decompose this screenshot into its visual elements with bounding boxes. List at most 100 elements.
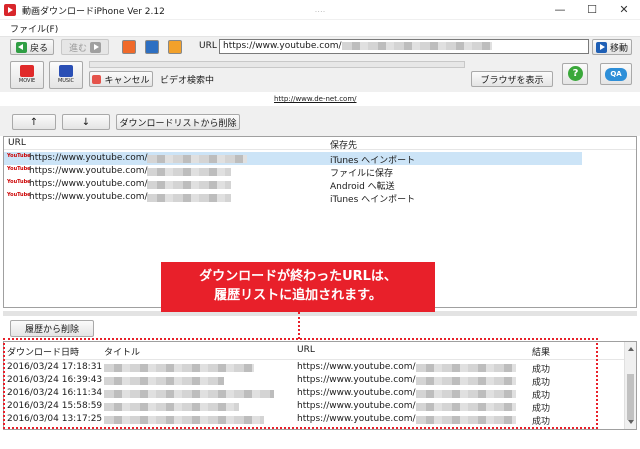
callout-line-2: 履歴リストに追加されます。 bbox=[214, 288, 382, 303]
url-value: https://www.youtube.com/ bbox=[223, 41, 342, 51]
download-destination: iTunes へインポート bbox=[330, 195, 416, 205]
forward-label: 進む bbox=[68, 43, 87, 54]
history-list-header: ダウンロード日時 タイトル URL 結果 bbox=[4, 344, 636, 360]
remove-from-list-button[interactable]: ダウンロードリストから削除 bbox=[116, 114, 240, 130]
minimize-button[interactable]: — bbox=[544, 0, 576, 20]
help-icon: ? bbox=[568, 66, 583, 81]
redacted-text bbox=[104, 377, 224, 385]
redacted-text bbox=[104, 403, 239, 411]
window-title: 動画ダウンロードiPhone Ver 2.12 bbox=[22, 7, 165, 17]
history-url: https://www.youtube.com/ bbox=[297, 375, 416, 385]
back-arrow-icon bbox=[15, 41, 27, 53]
cancel-button[interactable]: キャンセル bbox=[89, 71, 153, 87]
redacted-text bbox=[147, 194, 231, 202]
download-url: https://www.youtube.com/ bbox=[29, 166, 148, 176]
history-list[interactable]: ダウンロード日時 タイトル URL 結果 2016/03/24 17:18:31… bbox=[3, 341, 637, 430]
refresh-icon[interactable] bbox=[145, 40, 159, 54]
redacted-text bbox=[416, 390, 516, 398]
download-list-header: URL 保存先 bbox=[4, 137, 636, 151]
history-url: https://www.youtube.com/ bbox=[297, 414, 416, 424]
go-label: 移動 bbox=[609, 43, 628, 54]
callout-line-1: ダウンロードが終わったURLは、 bbox=[199, 269, 397, 284]
redacted-text bbox=[147, 181, 231, 189]
history-date: 2016/03/04 13:17:25 bbox=[7, 414, 103, 424]
column-destination[interactable]: 保存先 bbox=[330, 138, 357, 151]
history-date: 2016/03/24 15:58:59 bbox=[7, 401, 103, 411]
column-result[interactable]: 結果 bbox=[532, 345, 550, 358]
maximize-button[interactable]: ☐ bbox=[576, 0, 608, 20]
youtube-icon: YouTube bbox=[7, 166, 31, 172]
url-label: URL bbox=[199, 41, 217, 51]
redacted-text bbox=[341, 41, 492, 50]
download-url: https://www.youtube.com/ bbox=[29, 179, 148, 189]
history-scrollbar[interactable] bbox=[624, 342, 636, 429]
column-download-date[interactable]: ダウンロード日時 bbox=[7, 345, 79, 358]
history-date: 2016/03/24 17:18:31 bbox=[7, 362, 103, 372]
qa-button[interactable]: QA bbox=[600, 63, 632, 85]
redacted-text bbox=[416, 403, 516, 411]
column-url[interactable]: URL bbox=[297, 345, 315, 355]
delete-history-button[interactable]: 履歴から削除 bbox=[10, 320, 94, 337]
music-label: MUSIC bbox=[57, 78, 75, 84]
download-row[interactable]: YouTube https://www.youtube.com/ Android… bbox=[4, 178, 636, 192]
download-row[interactable]: YouTube https://www.youtube.com/ ファイルに保存 bbox=[4, 165, 636, 179]
history-row[interactable]: 2016/03/24 16:11:34 https://www.youtube.… bbox=[4, 387, 636, 401]
go-arrow-icon bbox=[595, 41, 607, 53]
youtube-icon: YouTube bbox=[7, 192, 31, 198]
title-bar: 動画ダウンロードiPhone Ver 2.12 ‥‥ — ☐ ✕ bbox=[0, 0, 640, 20]
forward-button[interactable]: 進む bbox=[61, 39, 109, 55]
music-icon bbox=[59, 65, 73, 77]
title-grip-icon: ‥‥ bbox=[314, 5, 326, 14]
movie-label: MOVIE bbox=[18, 78, 36, 84]
progress-bar bbox=[89, 61, 465, 68]
status-text: ビデオ検索中 bbox=[160, 76, 215, 86]
go-button[interactable]: 移動 bbox=[592, 39, 632, 55]
show-browser-button[interactable]: ブラウザを表示 bbox=[471, 71, 553, 87]
website-link[interactable]: http://www.de-net.com/ bbox=[274, 95, 357, 103]
column-url[interactable]: URL bbox=[8, 138, 26, 148]
download-url: https://www.youtube.com/ bbox=[29, 192, 148, 202]
redacted-text bbox=[147, 168, 231, 176]
scroll-down-icon[interactable] bbox=[628, 420, 634, 424]
close-button[interactable]: ✕ bbox=[608, 0, 640, 20]
download-row[interactable]: YouTube https://www.youtube.com/ iTunes … bbox=[4, 191, 636, 205]
back-button[interactable]: 戻る bbox=[10, 39, 54, 55]
youtube-icon: YouTube bbox=[7, 153, 31, 159]
forward-arrow-icon bbox=[90, 41, 101, 53]
cancel-icon bbox=[92, 74, 102, 84]
history-url: https://www.youtube.com/ bbox=[297, 362, 416, 372]
scroll-thumb[interactable] bbox=[627, 374, 634, 420]
help-button[interactable]: ? bbox=[562, 63, 588, 85]
back-label: 戻る bbox=[29, 43, 48, 54]
history-row[interactable]: 2016/03/24 15:58:59 https://www.youtube.… bbox=[4, 400, 636, 414]
music-button[interactable]: MUSIC bbox=[49, 61, 83, 89]
download-row[interactable]: YouTube https://www.youtube.com/ iTunes … bbox=[4, 152, 582, 166]
move-up-button[interactable]: ↑ bbox=[12, 114, 56, 130]
cancel-label: キャンセル bbox=[104, 75, 150, 86]
history-date: 2016/03/24 16:11:34 bbox=[7, 388, 103, 398]
menu-file[interactable]: ファイル(F) bbox=[10, 22, 58, 35]
redacted-text bbox=[104, 416, 264, 424]
history-row[interactable]: 2016/03/24 16:39:43 https://www.youtube.… bbox=[4, 374, 636, 388]
callout-connector bbox=[298, 312, 300, 339]
history-date: 2016/03/24 16:39:43 bbox=[7, 375, 103, 385]
move-down-button[interactable]: ↓ bbox=[62, 114, 110, 130]
history-result: 成功 bbox=[532, 417, 551, 427]
redacted-text bbox=[416, 377, 516, 385]
history-row[interactable]: 2016/03/24 17:18:31 https://www.youtube.… bbox=[4, 361, 636, 375]
scroll-up-icon[interactable] bbox=[628, 347, 634, 351]
home-icon[interactable] bbox=[168, 40, 182, 54]
reload-icon[interactable] bbox=[122, 40, 136, 54]
annotation-callout: ダウンロードが終わったURLは、 履歴リストに追加されます。 bbox=[161, 262, 435, 312]
url-input[interactable]: https://www.youtube.com/ bbox=[219, 39, 589, 54]
history-row[interactable]: 2016/03/04 13:17:25 https://www.youtube.… bbox=[4, 413, 636, 427]
qa-icon: QA bbox=[605, 68, 627, 81]
movie-button[interactable]: MOVIE bbox=[10, 61, 44, 89]
column-title[interactable]: タイトル bbox=[104, 345, 140, 358]
show-browser-label: ブラウザを表示 bbox=[480, 75, 544, 86]
redacted-text bbox=[104, 364, 254, 372]
youtube-icon: YouTube bbox=[7, 179, 31, 185]
history-url: https://www.youtube.com/ bbox=[297, 401, 416, 411]
download-url: https://www.youtube.com/ bbox=[29, 153, 148, 163]
app-logo-icon bbox=[4, 4, 16, 16]
